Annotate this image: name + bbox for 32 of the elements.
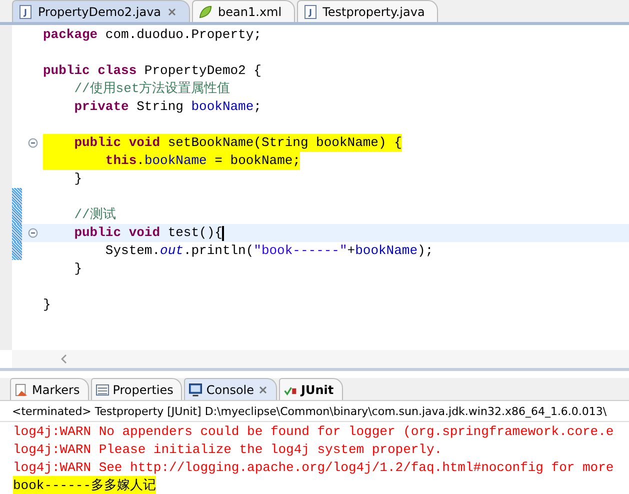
- java-file-icon: [19, 4, 32, 18]
- editor-tab[interactable]: bean1.xml: [192, 0, 295, 22]
- close-icon[interactable]: [167, 6, 178, 16]
- code-line: //使用set方法设置属性值: [73, 80, 230, 98]
- code-line: System.out.println("book------"+bookName);: [104, 242, 434, 260]
- code-line: public void test(){: [73, 224, 222, 242]
- code-line: private String bookName;: [73, 98, 262, 116]
- code-line: }: [73, 170, 82, 188]
- collapse-icon[interactable]: [28, 228, 38, 238]
- editor-tab[interactable]: PropertyDemo2.java: [12, 0, 190, 22]
- console-line: log4j:WARN Please initialize the log4j system properly.: [13, 442, 442, 456]
- editor-tab[interactable]: Testproperty.java: [296, 0, 438, 22]
- code-line: }: [73, 260, 82, 278]
- code-line: package com.duoduo.Property;: [43, 26, 262, 44]
- code-line: //测试: [73, 206, 116, 224]
- panel-tab[interactable]: JUnit: [279, 378, 343, 400]
- java-file-icon: [304, 4, 317, 18]
- scroll-left-icon[interactable]: [60, 354, 68, 364]
- console-line: log4j:WARN No appenders could be found for logger (org.springframework.core.e: [13, 424, 614, 438]
- panel-tab[interactable]: Console: [184, 378, 278, 400]
- console-line: log4j:WARN See http://logging.apache.org/log4j/1.2/faq.html#noconfig for more: [13, 460, 614, 474]
- markers-icon: [15, 382, 28, 396]
- panel-tab[interactable]: Properties: [90, 378, 182, 400]
- collapse-icon[interactable]: [28, 138, 38, 148]
- leaf-icon: [199, 4, 212, 18]
- monitor-icon: [189, 382, 202, 396]
- list-icon: [96, 382, 109, 396]
- close-icon[interactable]: [258, 384, 268, 394]
- text-cursor: [222, 226, 224, 240]
- panel-tab[interactable]: Markers: [10, 378, 89, 400]
- code-line: }: [43, 296, 51, 314]
- code-line: public class PropertyDemo2 {: [43, 62, 262, 80]
